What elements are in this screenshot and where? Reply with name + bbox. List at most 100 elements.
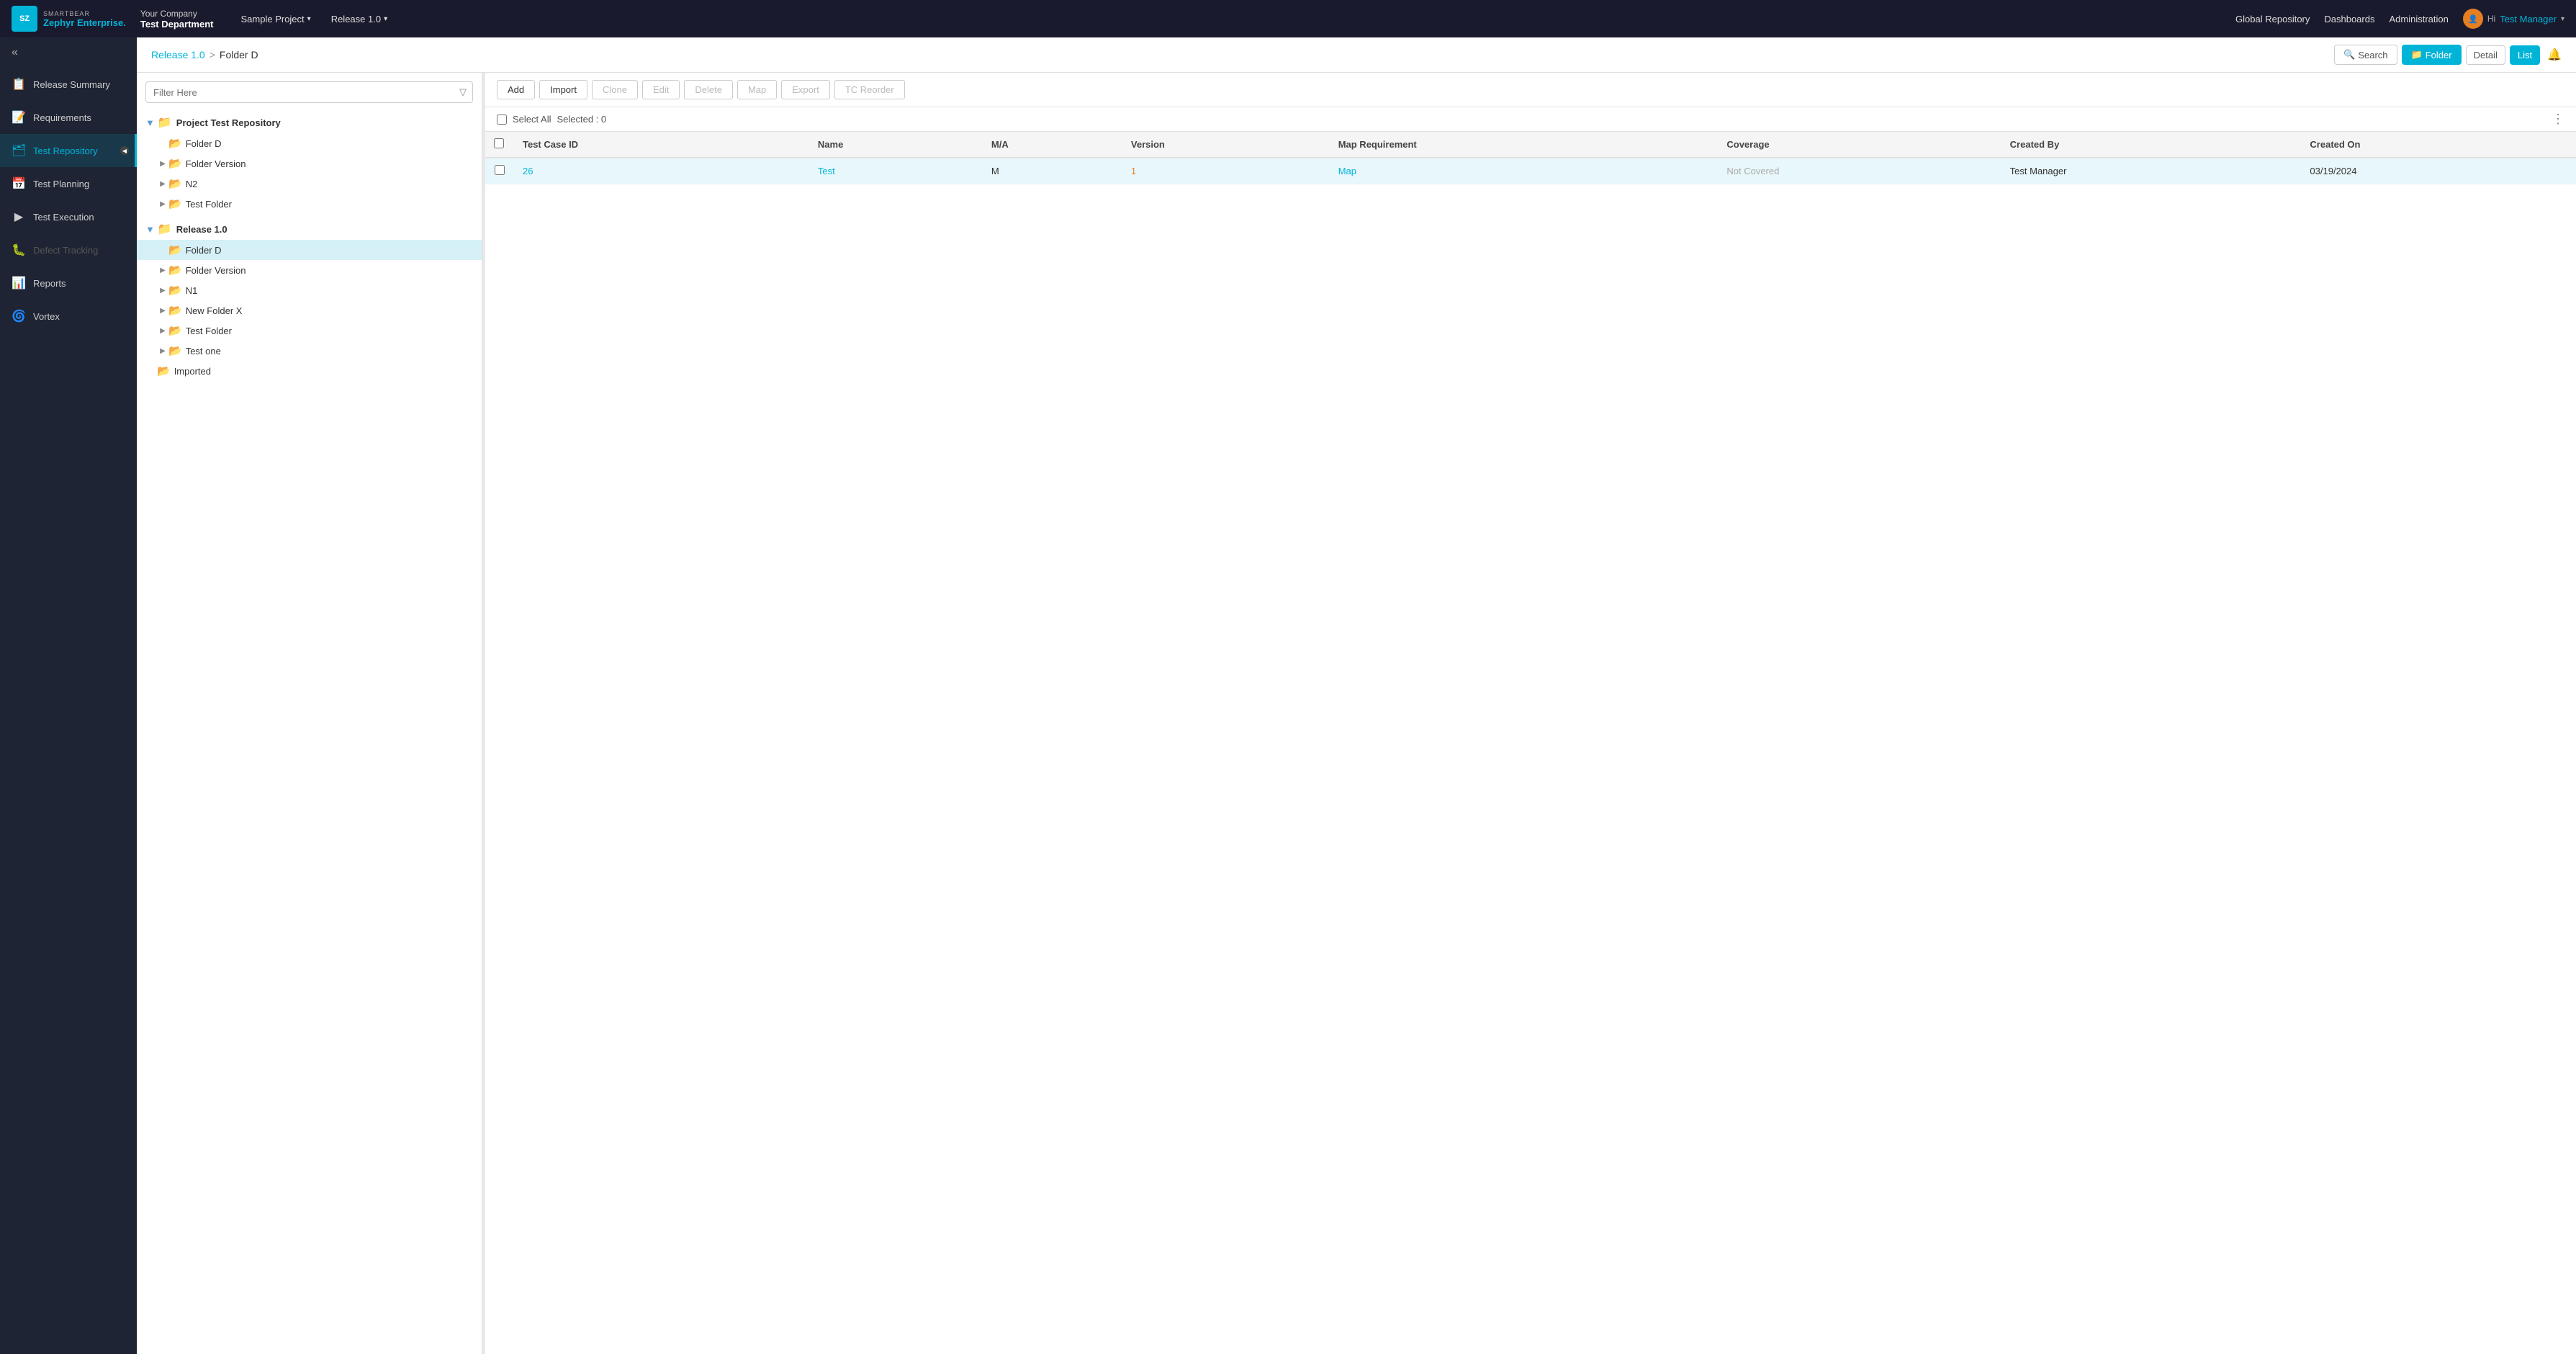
notification-bell-icon[interactable]: 🔔	[2547, 48, 2562, 62]
table-row: 26 Test M 1 Map Not Covered Test Manager…	[485, 158, 2576, 184]
department-name: Test Department	[140, 19, 214, 30]
row-checkbox-0[interactable]	[495, 165, 505, 175]
user-menu[interactable]: 👤 Hi Test Manager ▾	[2463, 9, 2564, 29]
release-summary-icon: 📋	[12, 77, 26, 91]
cell-created-on-0: 03/19/2024	[2301, 158, 2576, 184]
global-repository-link[interactable]: Global Repository	[2235, 14, 2310, 24]
tree-project-folder-version[interactable]: ▶ 📂 Folder Version	[137, 153, 482, 174]
expand-icon-release-new-folder-x[interactable]: ▶	[157, 307, 168, 315]
sidebar-item-label-reports: Reports	[33, 278, 66, 289]
tree-panel: ▽ ▼ 📁 Project Test Repository 📂 Folder D	[137, 73, 482, 1354]
tree-release-test-one[interactable]: ▶ 📂 Test one	[137, 341, 482, 361]
expand-icon-release-n1[interactable]: ▶	[157, 287, 168, 295]
company-name: Your Company	[140, 9, 214, 19]
vortex-icon: 🌀	[12, 309, 26, 323]
tree-label-release-new-folder-x: New Folder X	[186, 305, 243, 316]
sidebar-item-requirements[interactable]: 📝 Requirements	[0, 101, 137, 134]
folder-icon-project-n2: 📂	[168, 177, 182, 190]
tree-release-n1[interactable]: ▶ 📂 N1	[137, 280, 482, 300]
folder-icon-project-folder-d: 📂	[168, 137, 182, 150]
folder-icon-release-new-folder-x: 📂	[168, 304, 182, 317]
list-view-button[interactable]: List	[2510, 45, 2540, 65]
filter-icon[interactable]: ▽	[454, 82, 472, 102]
export-button[interactable]: Export	[781, 80, 830, 99]
tree-release-new-folder-x[interactable]: ▶ 📂 New Folder X	[137, 300, 482, 320]
main-layout: « 📋 Release Summary 📝 Requirements 🗂 Tes…	[0, 37, 2576, 1354]
clone-button[interactable]: Clone	[592, 80, 638, 99]
nav-right-area: Global Repository Dashboards Administrat…	[2235, 9, 2564, 29]
folder-icon-release-test-folder: 📂	[168, 324, 182, 337]
tree-label-release-folder-version: Folder Version	[186, 265, 246, 276]
main-split: ▽ ▼ 📁 Project Test Repository 📂 Folder D	[137, 73, 2576, 1354]
tree-project-test-folder[interactable]: ▶ 📂 Test Folder	[137, 194, 482, 214]
expand-icon-project-n2[interactable]: ▶	[157, 180, 168, 188]
test-cases-table: Test Case ID Name M/A Version	[485, 132, 2576, 184]
breadcrumb-release-link[interactable]: Release 1.0	[151, 49, 205, 60]
tree-label-project-folder-version: Folder Version	[186, 158, 246, 169]
cell-coverage-0: Not Covered	[1718, 158, 2001, 184]
tree-project-folder-d[interactable]: 📂 Folder D	[137, 133, 482, 153]
test-planning-icon: 📅	[12, 176, 26, 191]
content-area: Release 1.0 > Folder D 🔍 Search 📁 Folder…	[137, 37, 2576, 1354]
expand-icon-release-test-folder[interactable]: ▶	[157, 327, 168, 335]
logo-smartbear: SMARTBEAR	[43, 10, 126, 17]
more-options-icon[interactable]: ⋮	[2552, 112, 2564, 127]
tree-release-folder-d[interactable]: 📂 Folder D	[137, 240, 482, 260]
expand-icon-release-test-one[interactable]: ▶	[157, 347, 168, 355]
test-case-name-link-0[interactable]: Test	[818, 166, 835, 176]
folder-view-button[interactable]: 📁 Folder	[2402, 45, 2462, 65]
map-requirement-link-0[interactable]: Map	[1338, 166, 1356, 176]
release-section-expand-icon[interactable]: ▼	[145, 224, 155, 235]
hi-text: Hi	[2487, 14, 2495, 24]
filter-input[interactable]	[146, 83, 454, 102]
sidebar-item-reports[interactable]: 📊 Reports	[0, 266, 137, 300]
col-header-coverage: Coverage	[1718, 132, 2001, 158]
sidebar-item-test-planning[interactable]: 📅 Test Planning	[0, 167, 137, 200]
tree-project-n2[interactable]: ▶ 📂 N2	[137, 174, 482, 194]
expand-icon-project-folder-version[interactable]: ▶	[157, 160, 168, 168]
table-panel: Add Import Clone Edit Delete Map Export …	[485, 73, 2576, 1354]
select-all-area: Select All Selected : 0	[497, 114, 606, 125]
sidebar-item-label-test-repository: Test Repository	[33, 145, 98, 156]
sidebar-item-vortex[interactable]: 🌀 Vortex	[0, 300, 137, 333]
test-case-id-link-0[interactable]: 26	[523, 166, 533, 176]
breadcrumb-current-page: Folder D	[220, 49, 258, 60]
administration-link[interactable]: Administration	[2389, 14, 2448, 24]
sidebar-item-test-repository[interactable]: 🗂 Test Repository ◀	[0, 134, 137, 167]
edit-button[interactable]: Edit	[642, 80, 680, 99]
release-nav-item[interactable]: Release 1.0 ▾	[321, 0, 397, 37]
sidebar-toggle-button[interactable]: «	[0, 37, 137, 68]
app-logo-icon: SZ	[12, 6, 37, 32]
col-header-check	[485, 132, 514, 158]
tree-imported[interactable]: 📂 Imported	[137, 361, 482, 381]
delete-button[interactable]: Delete	[684, 80, 733, 99]
tc-reorder-button[interactable]: TC Reorder	[834, 80, 905, 99]
detail-view-button[interactable]: Detail	[2466, 45, 2505, 65]
select-all-checkbox[interactable]	[497, 115, 507, 125]
import-button[interactable]: Import	[539, 80, 587, 99]
tree-label-release-folder-d: Folder D	[186, 245, 222, 256]
tree-label-release-test-folder: Test Folder	[186, 326, 232, 336]
tree-release-test-folder[interactable]: ▶ 📂 Test Folder	[137, 320, 482, 341]
folder-icon-release-test-one: 📂	[168, 344, 182, 357]
sidebar-item-test-execution[interactable]: ▶ Test Execution	[0, 200, 137, 233]
tree-release-folder-version[interactable]: ▶ 📂 Folder Version	[137, 260, 482, 280]
search-button[interactable]: 🔍 Search	[2334, 45, 2397, 65]
cell-version-0: 1	[1122, 158, 1330, 184]
expand-icon-release-folder-version[interactable]: ▶	[157, 266, 168, 274]
project-section-expand-icon[interactable]: ▼	[145, 117, 155, 128]
add-button[interactable]: Add	[497, 80, 535, 99]
expand-icon-project-test-folder[interactable]: ▶	[157, 200, 168, 208]
tree-label-release-n1: N1	[186, 285, 198, 296]
release-dropdown-arrow: ▾	[384, 15, 387, 23]
sidebar-item-release-summary[interactable]: 📋 Release Summary	[0, 68, 137, 101]
map-button[interactable]: Map	[737, 80, 777, 99]
tree-label-release-test-one: Test one	[186, 346, 221, 357]
project-section-header: ▼ 📁 Project Test Repository	[137, 112, 482, 133]
sidebar-item-label-vortex: Vortex	[33, 311, 60, 322]
selection-bar: Select All Selected : 0 ⋮	[485, 107, 2576, 132]
cell-check-0	[485, 158, 514, 184]
project-nav-item[interactable]: Sample Project ▾	[231, 0, 321, 37]
header-checkbox[interactable]	[494, 138, 504, 148]
dashboards-link[interactable]: Dashboards	[2324, 14, 2374, 24]
